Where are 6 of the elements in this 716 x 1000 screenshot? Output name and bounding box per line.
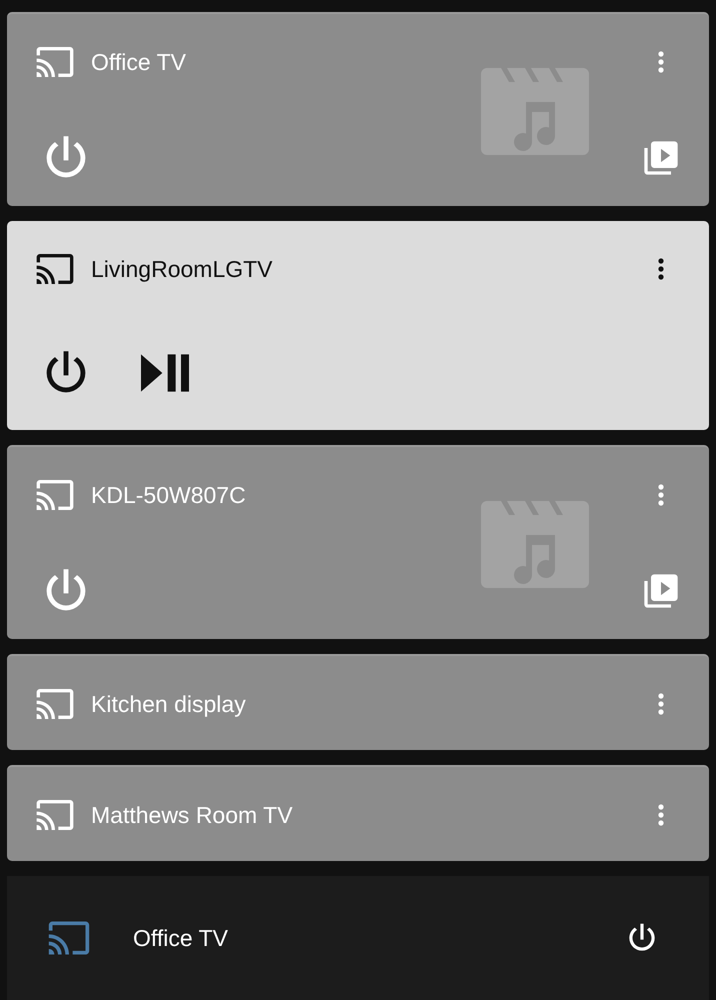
device-name: Matthews Room TV — [91, 802, 294, 828]
casting-device-name: Office TV — [133, 924, 230, 952]
device-name: KDL-50W807C — [91, 482, 247, 508]
device-name: Office TV — [91, 48, 188, 76]
device-name: LivingRoomLGTV — [91, 256, 274, 282]
device-name: Kitchen display — [91, 690, 247, 718]
